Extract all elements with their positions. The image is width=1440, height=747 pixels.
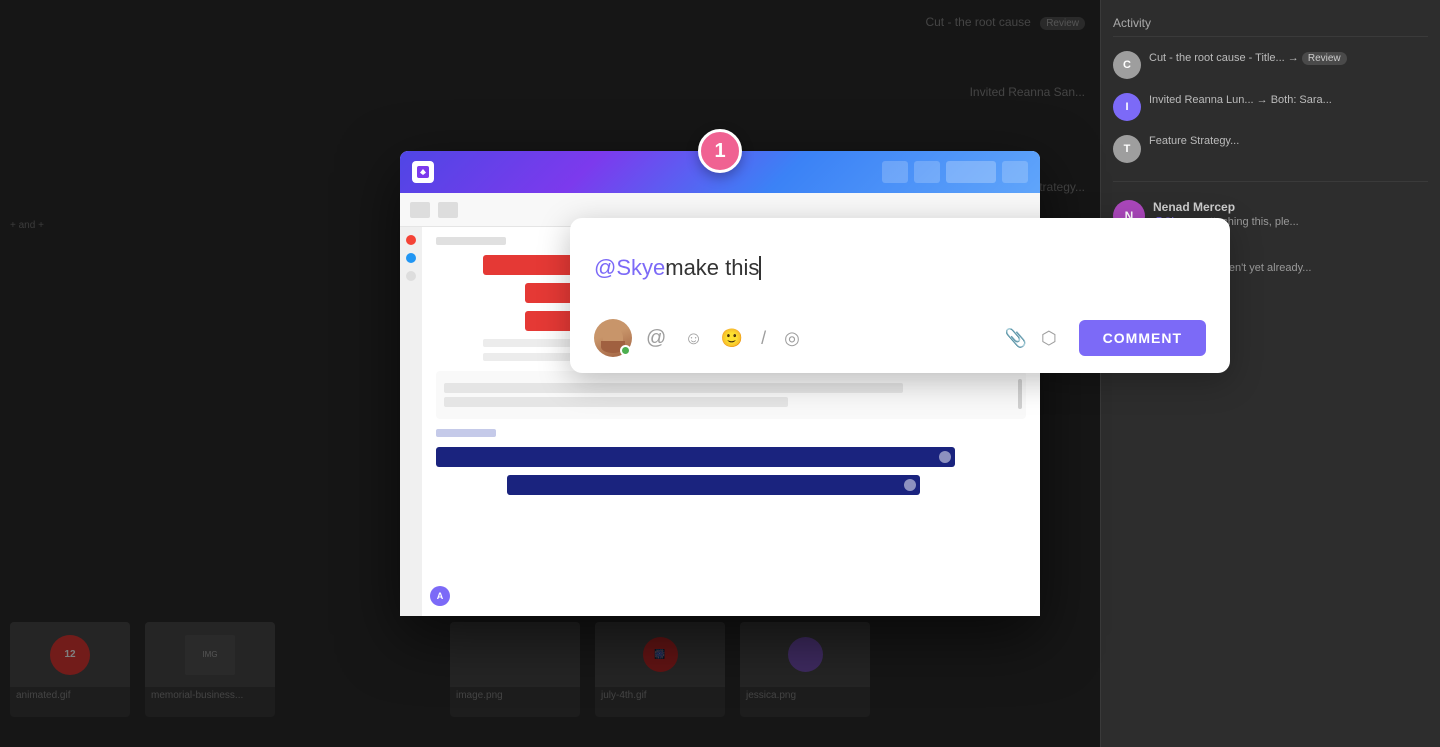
slash-icon[interactable]: /	[761, 328, 766, 349]
scrollbar	[1018, 379, 1022, 409]
sidebar-dot-red	[406, 235, 416, 245]
blue-section	[436, 429, 1026, 495]
section-header-bar	[436, 237, 506, 245]
comment-mention: @Skye	[594, 255, 665, 281]
topbar-icon-1	[882, 161, 908, 183]
gray-line-3	[444, 383, 903, 393]
comment-right-icons[interactable]: 📎 ⬡	[1005, 328, 1057, 349]
toolbar-icon-1	[410, 202, 430, 218]
blue-bar-1-row	[436, 447, 1026, 467]
blue-toggle-2	[904, 479, 916, 491]
attachment-icon[interactable]: 📎	[1005, 328, 1027, 349]
topbar-icon-2	[914, 161, 940, 183]
drive-icon[interactable]: ⬡	[1041, 328, 1057, 349]
preview-logo	[412, 161, 434, 183]
notification-bubble: 1	[698, 129, 742, 173]
topbar-icon-4	[1002, 161, 1028, 183]
comment-toolbar: @ ☺ 🙂 / ◎ 📎 ⬡ COMMENT	[594, 319, 1206, 357]
blue-bar-2-row	[436, 475, 1026, 495]
emoji-reaction-icon[interactable]: ☺	[684, 328, 702, 349]
topbar-icon-3	[946, 161, 996, 183]
sidebar-dot-blue	[406, 253, 416, 263]
sidebar-dot-gray	[406, 271, 416, 281]
preview-topbar-icons	[882, 161, 1028, 183]
gray-line-4	[444, 397, 788, 407]
text-cursor	[759, 256, 761, 280]
modal-overlay: 1	[0, 0, 1440, 747]
comment-avatar-container	[594, 319, 632, 357]
preview-bottom-avatar: A	[430, 586, 450, 606]
online-indicator	[620, 345, 631, 356]
comment-body-text: make this	[665, 255, 759, 281]
blue-bar-1	[436, 447, 955, 467]
preview-sidebar	[400, 227, 422, 616]
comment-button[interactable]: COMMENT	[1079, 320, 1206, 356]
record-icon[interactable]: ◎	[784, 328, 800, 349]
at-icon[interactable]: @	[646, 327, 666, 350]
middle-section	[436, 371, 1026, 419]
blue-label	[436, 429, 496, 437]
blue-bar-2	[507, 475, 920, 495]
comment-popup[interactable]: @Skye make this @ ☺ 🙂 / ◎	[570, 218, 1230, 373]
comment-icons[interactable]: @ ☺ 🙂 / ◎	[646, 327, 991, 350]
blue-toggle-1	[939, 451, 951, 463]
toolbar-icon-2	[438, 202, 458, 218]
smiley-icon[interactable]: 🙂	[721, 328, 743, 349]
comment-text-area[interactable]: @Skye make this	[594, 240, 1206, 295]
